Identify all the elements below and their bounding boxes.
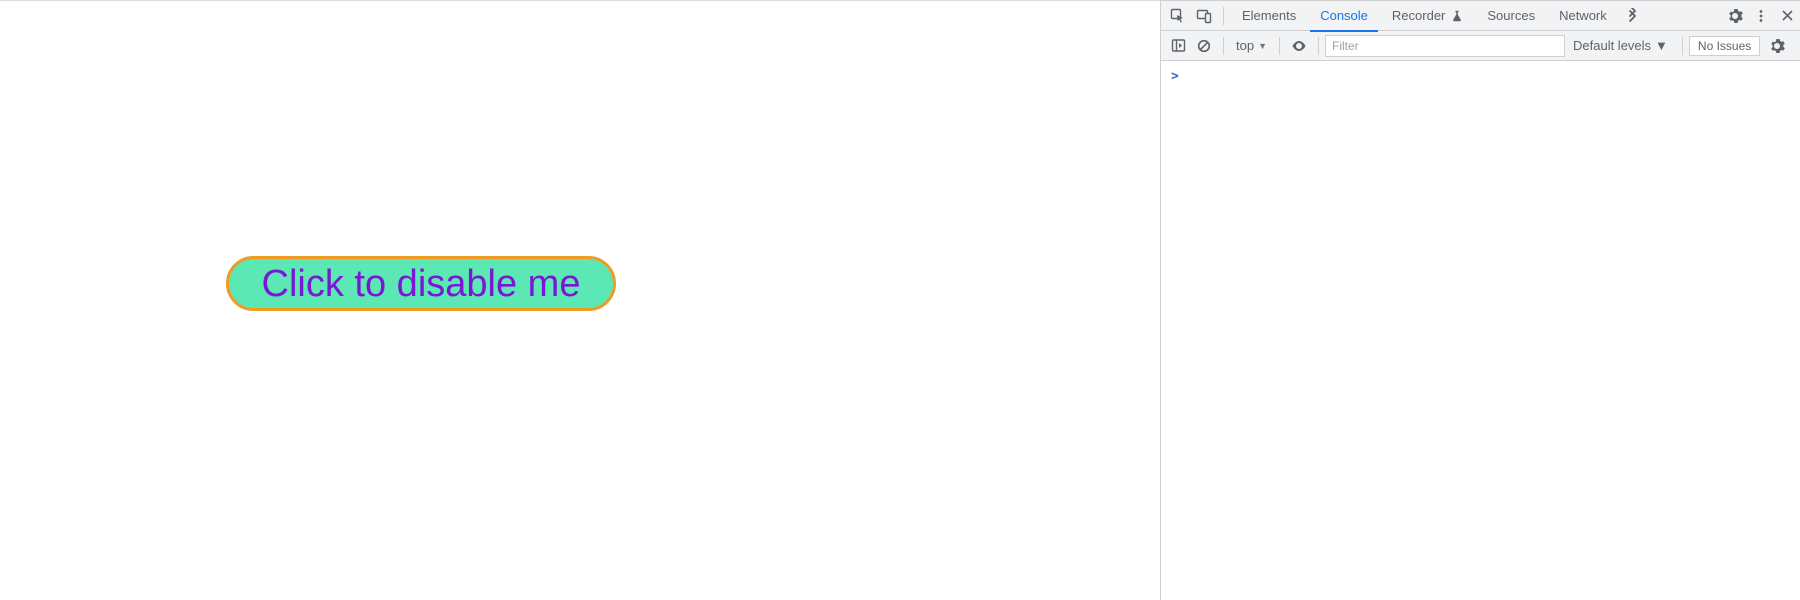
log-levels-selector[interactable]: Default levels ▼ <box>1565 38 1676 53</box>
tab-console[interactable]: Console <box>1308 1 1380 31</box>
console-prompt-caret: > <box>1171 69 1179 84</box>
devtools-tabstrip: Elements Console Recorder Sources Networ… <box>1161 1 1800 31</box>
tab-sources[interactable]: Sources <box>1475 1 1547 31</box>
tab-network[interactable]: Network <box>1547 1 1619 31</box>
context-label: top <box>1236 38 1254 53</box>
toggle-console-sidebar-icon[interactable] <box>1165 33 1191 59</box>
tab-label: Elements <box>1242 8 1296 23</box>
levels-label: Default levels <box>1573 38 1651 53</box>
divider <box>1682 37 1683 55</box>
console-settings-gear-icon[interactable] <box>1764 33 1790 59</box>
live-expression-eye-icon[interactable] <box>1286 33 1312 59</box>
tab-elements[interactable]: Elements <box>1230 1 1308 31</box>
inspect-element-icon[interactable] <box>1165 3 1191 29</box>
divider <box>1279 37 1280 55</box>
tab-label: Console <box>1320 8 1368 23</box>
tab-label: Sources <box>1487 8 1535 23</box>
flask-icon <box>1451 10 1463 22</box>
console-filter-input[interactable] <box>1325 35 1565 57</box>
devtools-panel: Elements Console Recorder Sources Networ… <box>1160 0 1800 600</box>
kebab-menu-icon[interactable] <box>1748 3 1774 29</box>
page-viewport: Click to disable me <box>0 0 1160 600</box>
execution-context-selector[interactable]: top ▼ <box>1230 38 1273 53</box>
clear-console-icon[interactable] <box>1191 33 1217 59</box>
divider <box>1223 37 1224 55</box>
tab-label: Network <box>1559 8 1607 23</box>
divider <box>1223 7 1224 25</box>
chevron-down-icon: ▼ <box>1655 38 1668 53</box>
more-tabs-icon[interactable] <box>1619 3 1645 29</box>
issues-button[interactable]: No Issues <box>1689 36 1760 56</box>
device-toolbar-icon[interactable] <box>1191 3 1217 29</box>
chevron-down-icon: ▼ <box>1258 41 1267 51</box>
disable-me-button[interactable]: Click to disable me <box>226 256 616 311</box>
close-devtools-icon[interactable] <box>1774 3 1800 29</box>
issues-label: No Issues <box>1698 39 1751 53</box>
console-output[interactable]: > <box>1161 61 1800 600</box>
tab-label: Recorder <box>1392 8 1445 23</box>
settings-gear-icon[interactable] <box>1722 3 1748 29</box>
divider <box>1318 37 1319 55</box>
tab-recorder[interactable]: Recorder <box>1380 1 1475 31</box>
console-toolbar: top ▼ Default levels ▼ No Issues <box>1161 31 1800 61</box>
